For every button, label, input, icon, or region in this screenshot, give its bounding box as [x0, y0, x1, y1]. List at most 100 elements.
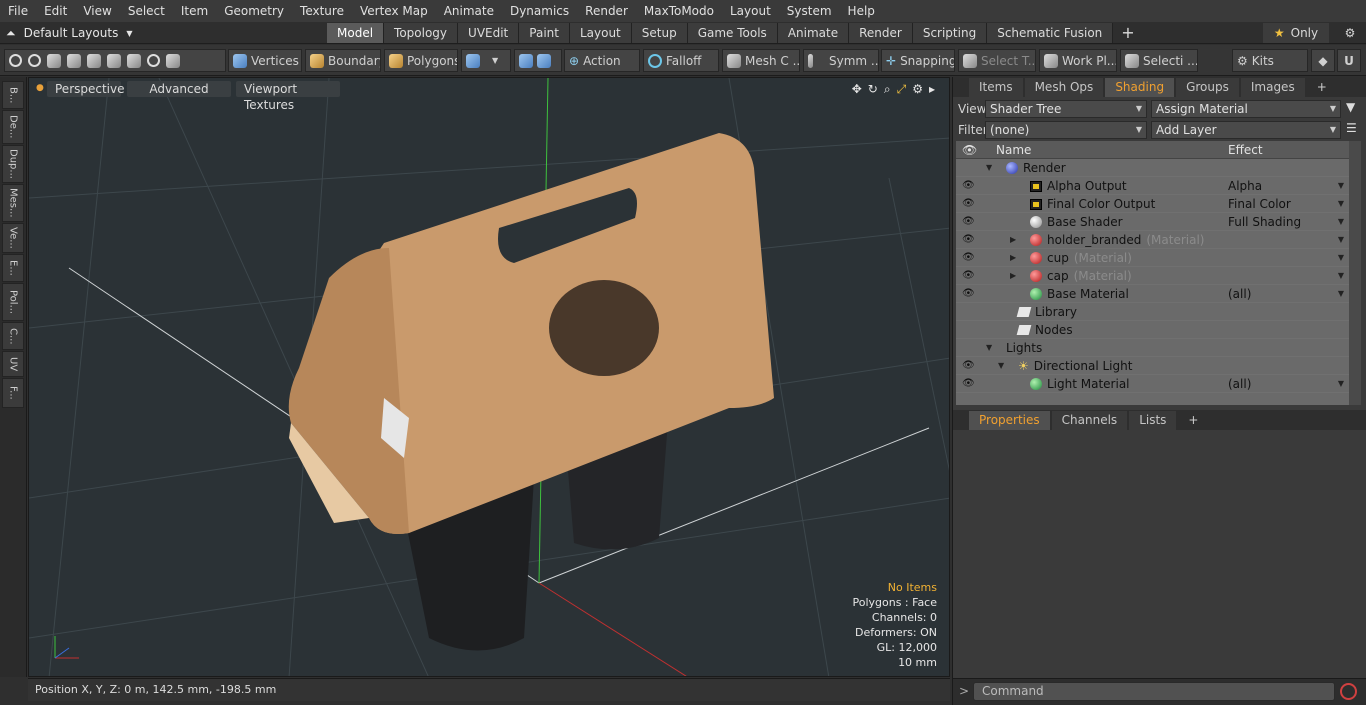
menu-dynamics[interactable]: Dynamics	[502, 0, 577, 22]
expand-arrow-icon[interactable]: ▶	[1010, 249, 1016, 267]
menu-select[interactable]: Select	[120, 0, 173, 22]
view-dropdown[interactable]: Shader Tree	[985, 99, 1147, 118]
tab-render[interactable]: Render	[849, 23, 913, 43]
expand-arrow-icon[interactable]: ▼	[998, 357, 1004, 375]
list-options-icon[interactable]: ☰	[1346, 121, 1357, 135]
visibility-eye-icon[interactable]: 👁	[962, 360, 975, 372]
tab-scripting[interactable]: Scripting	[912, 23, 988, 43]
shader-tree-scrollbar[interactable]	[1349, 141, 1361, 405]
kits-button[interactable]: ⚙ Kits	[1232, 49, 1308, 72]
tab-game-tools[interactable]: Game Tools	[687, 23, 778, 43]
tab-mesh-ops[interactable]: Mesh Ops	[1024, 78, 1104, 97]
menu-layout[interactable]: Layout	[722, 0, 779, 22]
expand-arrow-icon[interactable]: ▼	[986, 159, 992, 177]
tree-row-effect-dropdown[interactable]: Alpha	[1228, 177, 1348, 195]
mesh-constraint-button[interactable]: Mesh C ...	[722, 49, 800, 72]
gear-icon[interactable]: ⚙	[1340, 23, 1360, 43]
tree-row[interactable]: 👁 ▶ cup (Material)	[956, 249, 1350, 267]
tree-row-effect-dropdown[interactable]: (all)	[1228, 375, 1348, 393]
viewport-gear-icon[interactable]: ⚙	[912, 82, 923, 97]
tab-properties[interactable]: Properties	[969, 411, 1050, 430]
globe-icon[interactable]	[28, 54, 41, 67]
snapping-button[interactable]: ✛ Snapping	[881, 49, 955, 72]
left-tab-edge[interactable]: E...	[2, 254, 24, 282]
menu-render[interactable]: Render	[577, 0, 636, 22]
menu-geometry[interactable]: Geometry	[216, 0, 292, 22]
tree-row-effect-dropdown[interactable]	[1228, 321, 1348, 339]
selection-sets-button[interactable]: Selecti ...	[1120, 49, 1198, 72]
menu-help[interactable]: Help	[840, 0, 883, 22]
expand-arrow-icon[interactable]: ▶	[1010, 267, 1016, 285]
left-tab-duplicate[interactable]: Dup...	[2, 145, 24, 183]
tree-row[interactable]: 👁 ▼ ☀ Directional Light	[956, 357, 1350, 375]
name-column-header[interactable]: Name	[996, 141, 1031, 159]
add-properties-tab-button[interactable]: +	[1178, 411, 1208, 430]
tree-row[interactable]: Library	[956, 303, 1350, 321]
add-tab-button[interactable]: +	[1113, 23, 1142, 43]
left-tab-polygon[interactable]: Pol...	[2, 283, 24, 321]
3d-viewport[interactable]: ● Perspective Advanced Viewport Textures…	[28, 77, 950, 677]
tab-topology[interactable]: Topology	[384, 23, 459, 43]
left-tab-deform[interactable]: De...	[2, 110, 24, 144]
tree-row-effect-dropdown[interactable]	[1228, 231, 1348, 249]
tab-images[interactable]: Images	[1240, 78, 1305, 97]
left-tab-basic[interactable]: B...	[2, 81, 24, 109]
menu-edit[interactable]: Edit	[36, 0, 75, 22]
select-through-button[interactable]: Select T...	[958, 49, 1036, 72]
orbit-icon[interactable]: ↻	[868, 82, 878, 97]
polygons-button[interactable]: Polygons	[384, 49, 458, 72]
filter-dropdown[interactable]: (none)	[985, 120, 1147, 139]
expand-arrow-icon[interactable]: ▶	[1010, 231, 1016, 249]
effect-column-header[interactable]: Effect	[1228, 141, 1263, 159]
only-toggle[interactable]: ★ Only	[1263, 23, 1329, 43]
visibility-eye-icon[interactable]: 👁	[962, 252, 975, 264]
add-layer-dropdown[interactable]: Add Layer	[1151, 120, 1341, 139]
tree-row-effect-dropdown[interactable]: (all)	[1228, 285, 1348, 303]
tree-row[interactable]: 👁 ▶ cap (Material)	[956, 267, 1350, 285]
fit-icon[interactable]: ⤢	[897, 82, 907, 97]
tree-row[interactable]: 👁 Final Color Output Final Color	[956, 195, 1350, 213]
tree-row-effect-dropdown[interactable]	[1228, 267, 1348, 285]
assign-material-dropdown[interactable]: Assign Material	[1151, 99, 1341, 118]
menu-texture[interactable]: Texture	[292, 0, 352, 22]
brush-icon[interactable]	[67, 53, 81, 68]
tab-groups[interactable]: Groups	[1176, 78, 1239, 97]
tab-lists[interactable]: Lists	[1129, 411, 1177, 430]
tab-uvedit[interactable]: UVEdit	[458, 23, 520, 43]
center-icon[interactable]	[537, 53, 551, 68]
left-tab-vertex[interactable]: Ve...	[2, 223, 24, 253]
visibility-eye-icon[interactable]: 👁	[962, 270, 975, 282]
work-plane-button[interactable]: Work Pl...	[1039, 49, 1117, 72]
tree-row-effect-dropdown[interactable]: Final Color	[1228, 195, 1348, 213]
tree-row[interactable]: 👁 Light Material (all)	[956, 375, 1350, 393]
menu-vertex-map[interactable]: Vertex Map	[352, 0, 436, 22]
circle-select-icon[interactable]	[9, 54, 22, 67]
command-record-icon[interactable]	[1340, 683, 1357, 700]
unity-icon[interactable]: ◆	[1311, 49, 1335, 72]
visibility-eye-icon[interactable]: 👁	[962, 216, 975, 228]
tab-shading[interactable]: Shading	[1105, 78, 1175, 97]
tab-schematic-fusion[interactable]: Schematic Fusion	[987, 23, 1114, 43]
tree-row-effect-dropdown[interactable]	[1228, 249, 1348, 267]
falloff-button[interactable]: Falloff	[643, 49, 719, 72]
unreal-icon[interactable]: U	[1337, 49, 1361, 72]
tree-row[interactable]: 👁 Alpha Output Alpha	[956, 177, 1350, 195]
tree-row-effect-dropdown[interactable]	[1228, 303, 1348, 321]
tree-row-effect-dropdown[interactable]: Full Shading	[1228, 213, 1348, 231]
menu-item[interactable]: Item	[173, 0, 216, 22]
symmetry-button[interactable]: Symm ...	[803, 49, 879, 72]
tree-row[interactable]: ▼ Lights	[956, 339, 1350, 357]
left-tab-uv[interactable]: UV	[2, 351, 24, 377]
tree-row[interactable]: Nodes	[956, 321, 1350, 339]
tab-setup[interactable]: Setup	[631, 23, 688, 43]
zoom-icon[interactable]: ⌕	[884, 82, 891, 97]
tree-row-effect-dropdown[interactable]	[1228, 159, 1348, 177]
cube-shade-icon[interactable]	[166, 53, 180, 68]
pen-icon[interactable]	[47, 53, 61, 68]
add-panel-tab-button[interactable]: +	[1307, 78, 1337, 97]
tab-model[interactable]: Model	[327, 23, 385, 43]
menu-animate[interactable]: Animate	[436, 0, 502, 22]
left-tab-mesh[interactable]: Mes...	[2, 184, 24, 222]
menu-file[interactable]: File	[0, 0, 36, 22]
visibility-eye-icon[interactable]: 👁	[962, 234, 975, 246]
